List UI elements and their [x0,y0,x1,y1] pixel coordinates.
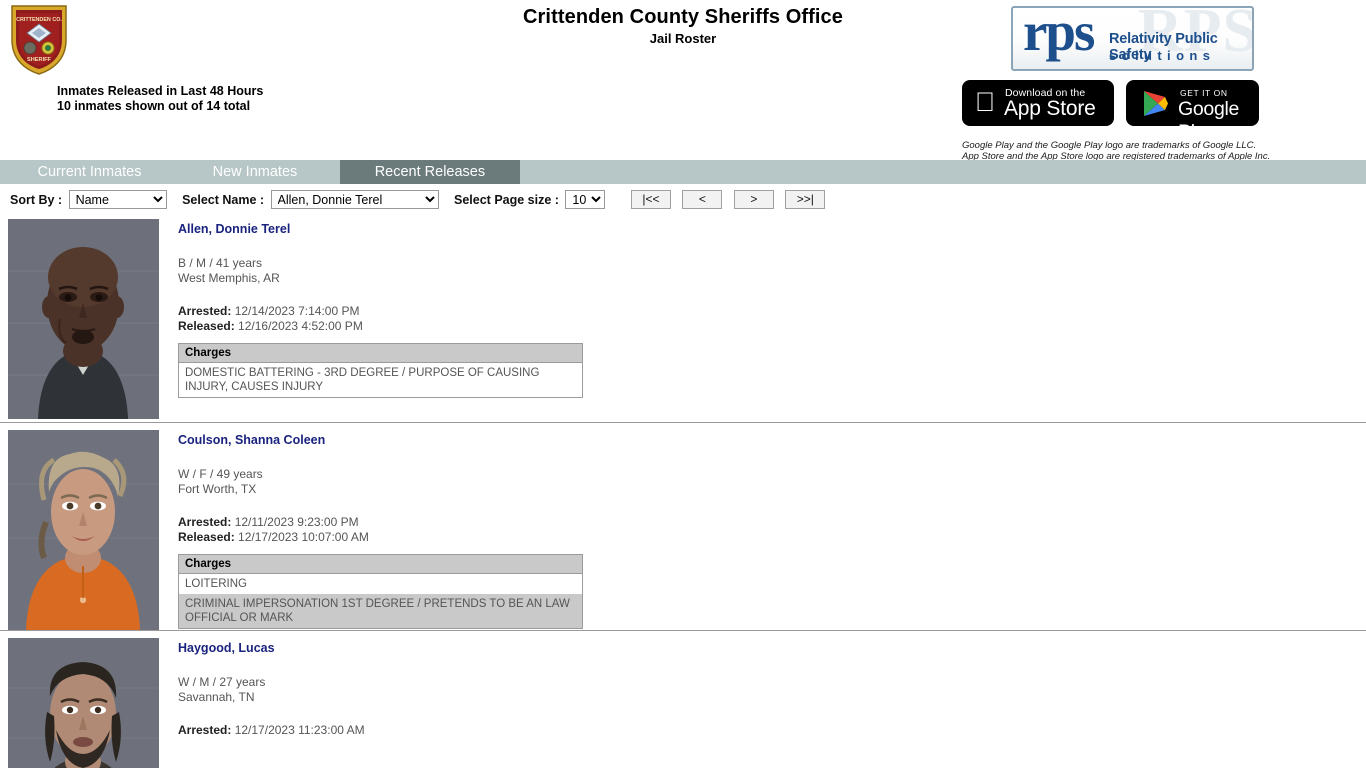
charges-table-header: Charges [178,343,583,363]
trademark-note: Google Play and the Google Play logo are… [962,140,1270,162]
charge-row: LOITERING [178,573,583,594]
inmate-name-link[interactable]: Allen, Donnie Terel [178,222,290,236]
inmate-location: West Memphis, AR [178,271,280,285]
inmate-roster-list: Allen, Donnie Terel B / M / 41 years Wes… [0,214,1366,768]
inmate-demographics: W / M / 27 years [178,675,266,689]
arrested-label: Arrested: [178,515,232,529]
google-play-triangle-icon [1144,91,1168,116]
inmate-location: Fort Worth, TX [178,482,257,496]
rps-tagline-2: solutions [1109,48,1216,63]
google-play-small-label: GET IT ON [1180,88,1228,98]
trademark-line-1: Google Play and the Google Play logo are… [962,140,1257,151]
mugshot-photo[interactable] [8,430,159,630]
rps-wordmark: rps [1023,6,1095,62]
arrested-value: 12/17/2023 11:23:00 AM [234,723,365,737]
released-label: Released: [178,319,235,333]
controls-toolbar: Sort By : Name Select Name : Allen, Donn… [0,184,1366,214]
sheriff-badge-logo: CRITTENDEN CO. SHERIFF [11,5,67,75]
inmate-name-link[interactable]: Coulson, Shanna Coleen [178,433,325,447]
arrested-value: 12/14/2023 7:14:00 PM [234,304,360,318]
inmate-details: Coulson, Shanna Coleen W / F / 49 years … [178,430,1366,629]
charges-table: Charges LOITERING CRIMINAL IMPERSONATION… [178,554,583,629]
charges-table-header: Charges [178,554,583,574]
mugshot-photo[interactable] [8,638,159,768]
inmate-arrested-line: Arrested: 12/14/2023 7:14:00 PM [178,304,1366,319]
mugshot-photo[interactable] [8,219,159,419]
badge-top-text: CRITTENDEN CO. [16,17,62,23]
roster-summary: Inmates Released in Last 48 Hours 10 inm… [57,84,263,114]
apple-icon:  [975,89,997,116]
inmate-details: Haygood, Lucas W / M / 27 years Savannah… [178,638,1366,738]
arrested-value: 12/11/2023 9:23:00 PM [234,515,359,529]
charge-row: DOMESTIC BATTERING - 3RD DEGREE / PURPOS… [178,362,583,398]
tab-bar: Current Inmates New Inmates Recent Relea… [0,160,1366,184]
tab-current-inmates[interactable]: Current Inmates [9,160,170,184]
select-name-label: Select Name : [182,192,265,207]
app-store-button[interactable]:  Download on the App Store [962,80,1114,126]
app-store-big-label: App Store [1004,97,1096,120]
first-page-button[interactable]: |<< [630,190,671,209]
inmate-location: Savannah, TN [178,690,255,704]
released-value: 12/17/2023 10:07:00 AM [238,530,369,544]
charges-table: Charges DOMESTIC BATTERING - 3RD DEGREE … [178,343,583,398]
pagination-controls: |<< < > >>| [630,190,833,209]
arrested-label: Arrested: [178,723,232,737]
inmate-demographics: W / F / 49 years [178,467,263,481]
inmate-record: Allen, Donnie Terel B / M / 41 years Wes… [0,214,1366,422]
inmate-name-link[interactable]: Haygood, Lucas [178,641,275,655]
page-size-label: Select Page size : [454,192,559,207]
inmate-arrested-line: Arrested: 12/11/2023 9:23:00 PM [178,515,1366,530]
charge-row: CRIMINAL IMPERSONATION 1ST DEGREE / PRET… [178,594,583,629]
next-page-button[interactable]: > [733,190,774,209]
badge-bottom-text: SHERIFF [27,57,52,63]
rps-logo[interactable]: RPS rps Relativity Public Safety solutio… [1011,6,1254,71]
last-page-button[interactable]: >>| [785,190,826,209]
page-header: CRITTENDEN CO. SHERIFF Crittenden County… [0,0,1366,162]
inmate-record: Haygood, Lucas W / M / 27 years Savannah… [0,630,1366,768]
summary-line-1: Inmates Released in Last 48 Hours [57,84,264,98]
tab-new-inmates[interactable]: New Inmates [174,160,335,184]
google-play-big-label: Google Play [1178,98,1240,126]
tab-recent-releases[interactable]: Recent Releases [339,160,520,184]
sort-by-select[interactable]: Name [68,190,167,209]
inmate-details: Allen, Donnie Terel B / M / 41 years Wes… [178,219,1366,398]
inmate-arrested-line: Arrested: 12/17/2023 11:23:00 AM [178,723,1366,738]
sort-by-label: Sort By : [10,192,63,207]
page-size-select[interactable]: 10 [565,190,606,209]
select-name-select[interactable]: Allen, Donnie Terel [270,190,439,209]
previous-page-button[interactable]: < [682,190,723,209]
inmate-released-line: Released: 12/16/2023 4:52:00 PM [178,319,1366,334]
released-value: 12/16/2023 4:52:00 PM [238,319,363,333]
inmate-record: Coulson, Shanna Coleen W / F / 49 years … [0,422,1366,630]
arrested-label: Arrested: [178,304,232,318]
google-play-button[interactable]: GET IT ON Google Play [1126,80,1259,126]
inmate-demographics: B / M / 41 years [178,256,263,270]
inmate-released-line: Released: 12/17/2023 10:07:00 AM [178,530,1366,545]
released-label: Released: [178,530,235,544]
summary-line-2: 10 inmates shown out of 14 total [57,99,251,113]
